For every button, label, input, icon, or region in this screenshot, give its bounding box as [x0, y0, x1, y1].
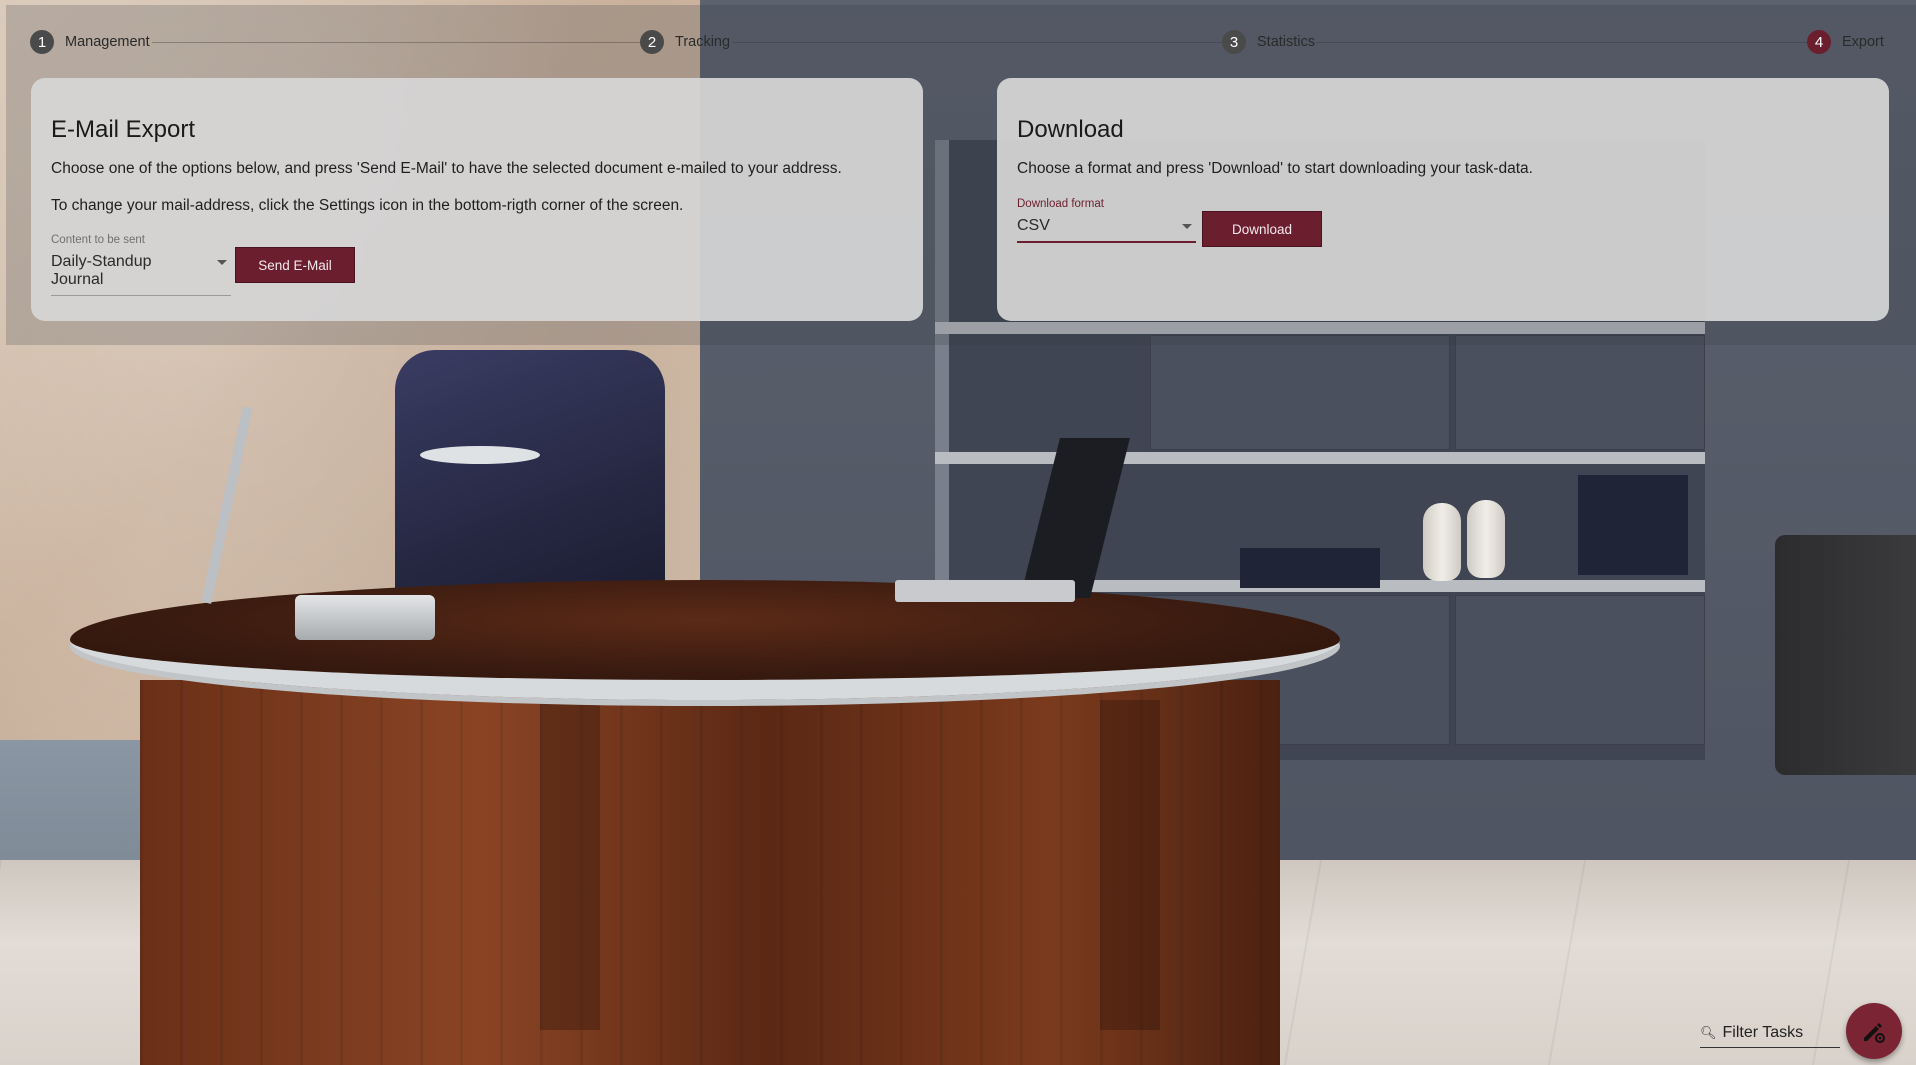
format-select-label: Download format [1017, 198, 1104, 210]
format-select-value: CSV [1017, 217, 1050, 234]
stepper-connector [732, 42, 1232, 43]
step-number: 3 [1222, 30, 1246, 54]
step-label: Tracking [675, 34, 731, 50]
filter-tasks-input[interactable] [1722, 1023, 1838, 1042]
chevron-down-icon [217, 260, 227, 265]
step-label: Statistics [1257, 34, 1316, 50]
content-select[interactable]: Daily-Standup Journal [51, 250, 231, 296]
filter-tasks: 🔍︎ [1700, 1018, 1840, 1048]
email-export-instructions: Choose one of the options below, and pre… [51, 160, 842, 177]
content-select-label: Content to be sent [51, 234, 145, 246]
search-icon: 🔍︎ [1700, 1024, 1717, 1040]
stepper: 1 Management 2 Tracking 3 Statistics 4 E… [30, 28, 1884, 56]
step-statistics[interactable]: 3 Statistics [1222, 30, 1315, 54]
stepper-connector [152, 42, 648, 43]
download-title: Download [1017, 116, 1124, 143]
email-export-title: E-Mail Export [51, 116, 196, 143]
step-label: Export [1842, 34, 1884, 50]
stepper-connector [1316, 42, 1830, 43]
edit-settings-icon [1864, 1023, 1885, 1043]
email-export-settings-hint: To change your mail-address, click the S… [51, 197, 684, 214]
step-label: Management [65, 34, 150, 50]
step-number: 2 [640, 30, 664, 54]
download-button[interactable]: Download [1202, 211, 1322, 247]
step-export[interactable]: 4 Export [1807, 30, 1884, 54]
step-management[interactable]: 1 Management [30, 30, 150, 54]
download-card: Download Choose a format and press 'Down… [997, 78, 1889, 321]
email-export-card: E-Mail Export Choose one of the options … [31, 78, 923, 321]
send-email-button[interactable]: Send E-Mail [235, 247, 355, 283]
content-select-field: Content to be sent Daily-Standup Journal [51, 234, 231, 296]
chevron-down-icon [1182, 224, 1192, 229]
settings-fab-button[interactable] [1846, 1003, 1902, 1059]
content-select-value: Daily-Standup Journal [51, 253, 152, 288]
step-number: 4 [1807, 30, 1831, 54]
format-select-field: Download format CSV [1017, 198, 1196, 243]
step-tracking[interactable]: 2 Tracking [640, 30, 730, 54]
download-instructions: Choose a format and press 'Download' to … [1017, 160, 1533, 177]
step-number: 1 [30, 30, 54, 54]
format-select[interactable]: CSV [1017, 214, 1196, 243]
